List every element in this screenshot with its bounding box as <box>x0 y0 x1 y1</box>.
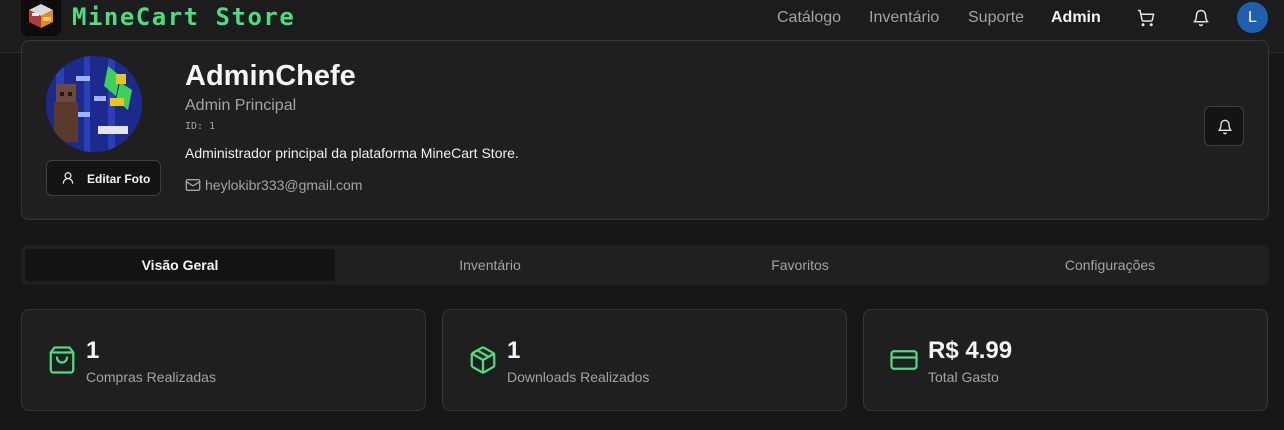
profile-id: ID: 1 <box>185 121 216 132</box>
profile-avatar <box>46 56 142 152</box>
stat-label: Total Gasto <box>928 369 999 385</box>
brand-name[interactable]: MineCart Store <box>72 3 295 31</box>
shopping-bag-icon <box>49 346 75 374</box>
avatar-image-icon <box>46 56 142 152</box>
edit-photo-label: Editar Foto <box>87 172 151 186</box>
notifications-button[interactable] <box>1204 106 1244 146</box>
credit-card-icon <box>890 350 918 370</box>
mail-icon <box>185 179 201 191</box>
stat-label: Compras Realizadas <box>86 369 216 385</box>
stat-card-downloads: 1 Downloads Realizados <box>442 309 847 411</box>
user-avatar[interactable]: L <box>1237 2 1268 33</box>
bell-icon[interactable] <box>1192 9 1210 27</box>
edit-photo-button[interactable]: Editar Foto <box>46 160 161 196</box>
profile-email: heylokibr333@gmail.com <box>205 177 363 193</box>
nav-suporte[interactable]: Suporte <box>968 9 1024 27</box>
stat-value: 1 <box>86 337 100 364</box>
bell-icon <box>1218 119 1232 135</box>
stat-label: Downloads Realizados <box>507 369 650 385</box>
user-icon <box>62 172 74 184</box>
profile-tabs: Visão Geral Inventário Favoritos Configu… <box>21 245 1269 285</box>
tab-inventario[interactable]: Inventário <box>335 249 645 281</box>
stat-value: 1 <box>507 337 521 364</box>
nav-catalogo[interactable]: Catálogo <box>777 9 841 27</box>
profile-name: AdminChefe <box>185 60 356 92</box>
stat-card-purchases: 1 Compras Realizadas <box>21 309 426 411</box>
nav-admin[interactable]: Admin <box>1051 9 1101 27</box>
minecart-logo-icon[interactable] <box>21 0 61 36</box>
shopping-cart-icon[interactable] <box>1137 9 1155 27</box>
profile-role: Admin Principal <box>185 97 297 114</box>
package-icon <box>470 346 496 374</box>
stat-value: R$ 4.99 <box>928 337 1013 364</box>
tab-configuracoes[interactable]: Configurações <box>955 249 1265 281</box>
profile-description: Administrador principal da plataforma Mi… <box>185 145 519 161</box>
stat-card-total-spent: R$ 4.99 Total Gasto <box>863 309 1268 411</box>
tab-favoritos[interactable]: Favoritos <box>645 249 955 281</box>
tab-visao-geral[interactable]: Visão Geral <box>25 249 335 281</box>
nav-inventario[interactable]: Inventário <box>869 9 939 27</box>
